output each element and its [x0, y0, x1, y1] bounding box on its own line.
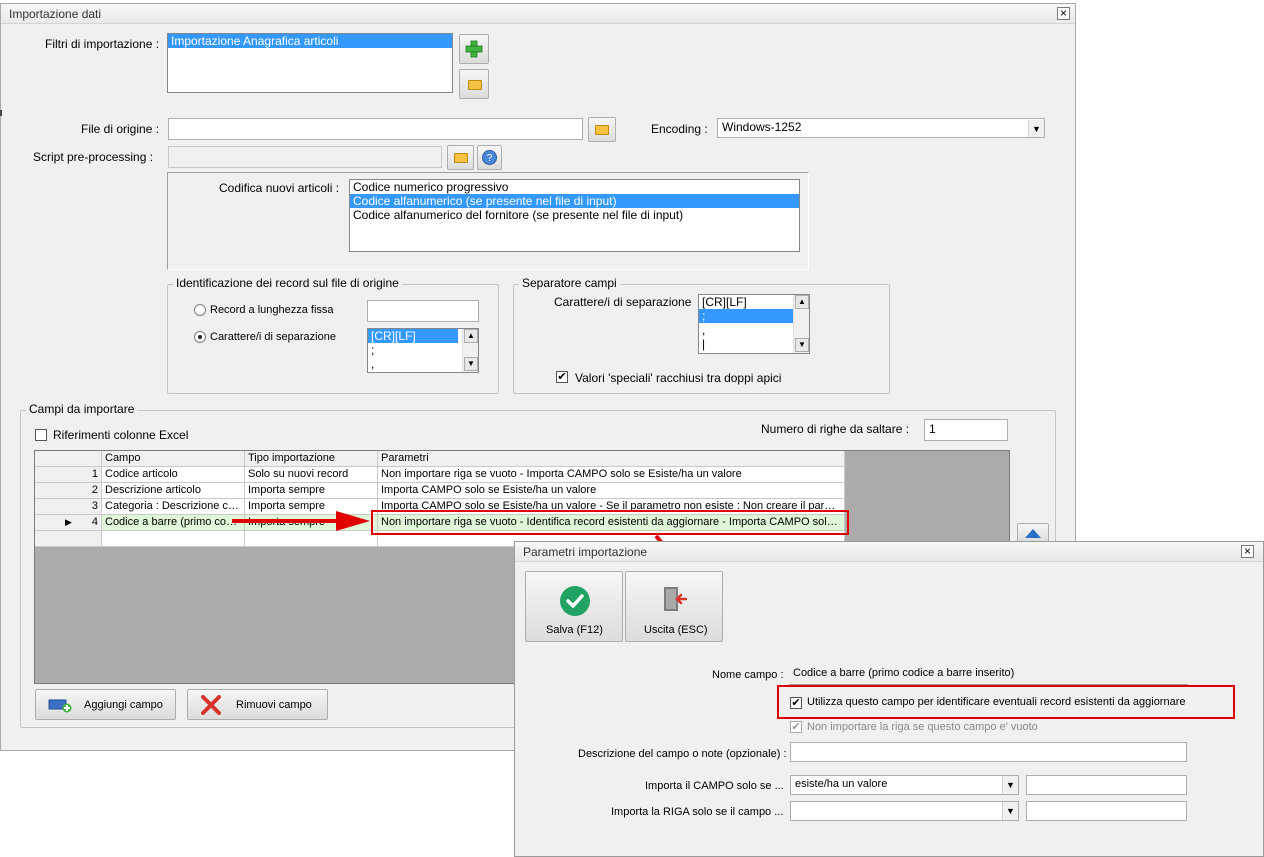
desc-input[interactable] [790, 742, 1187, 762]
import-field-value: esiste/ha un valore [795, 778, 888, 790]
import-field-extra[interactable] [1026, 775, 1187, 795]
import-row-extra[interactable] [1026, 801, 1187, 821]
import-row-select[interactable]: ▼ [790, 801, 1019, 821]
save-button[interactable]: Salva (F12) [525, 571, 623, 642]
use-identify-checkbox[interactable]: ✔ [790, 697, 802, 709]
skip-empty-label: Non importare la riga se questo campo e'… [807, 721, 1038, 733]
arrow-right-icon [232, 511, 370, 531]
dialog-close-button[interactable]: × [1241, 545, 1254, 558]
dialog-title: Parametri importazione [515, 542, 1263, 562]
exit-label: Uscita (ESC) [644, 624, 708, 636]
save-label: Salva (F12) [546, 624, 603, 636]
params-dialog: Parametri importazione × Salva (F12) Usc… [514, 541, 1264, 857]
skip-empty-checkbox: ✔ [790, 721, 802, 733]
nome-field: Codice a barre (primo codice a barre ins… [789, 665, 1188, 685]
desc-label: Descrizione del campo o note (opzionale)… [578, 748, 787, 760]
nome-label: Nome campo : [712, 669, 784, 681]
use-identify-label: Utilizza questo campo per identificare e… [807, 696, 1186, 708]
chevron-down-icon[interactable]: ▼ [1002, 802, 1018, 820]
exit-door-icon [664, 587, 688, 611]
import-field-select[interactable]: esiste/ha un valore ▼ [790, 775, 1019, 795]
check-circle-icon [560, 586, 590, 616]
import-field-label: Importa il CAMPO solo se ... [645, 780, 784, 792]
chevron-down-icon[interactable]: ▼ [1002, 776, 1018, 794]
import-row-label: Importa la RIGA solo se il campo ... [611, 806, 784, 818]
exit-button[interactable]: Uscita (ESC) [625, 571, 723, 642]
